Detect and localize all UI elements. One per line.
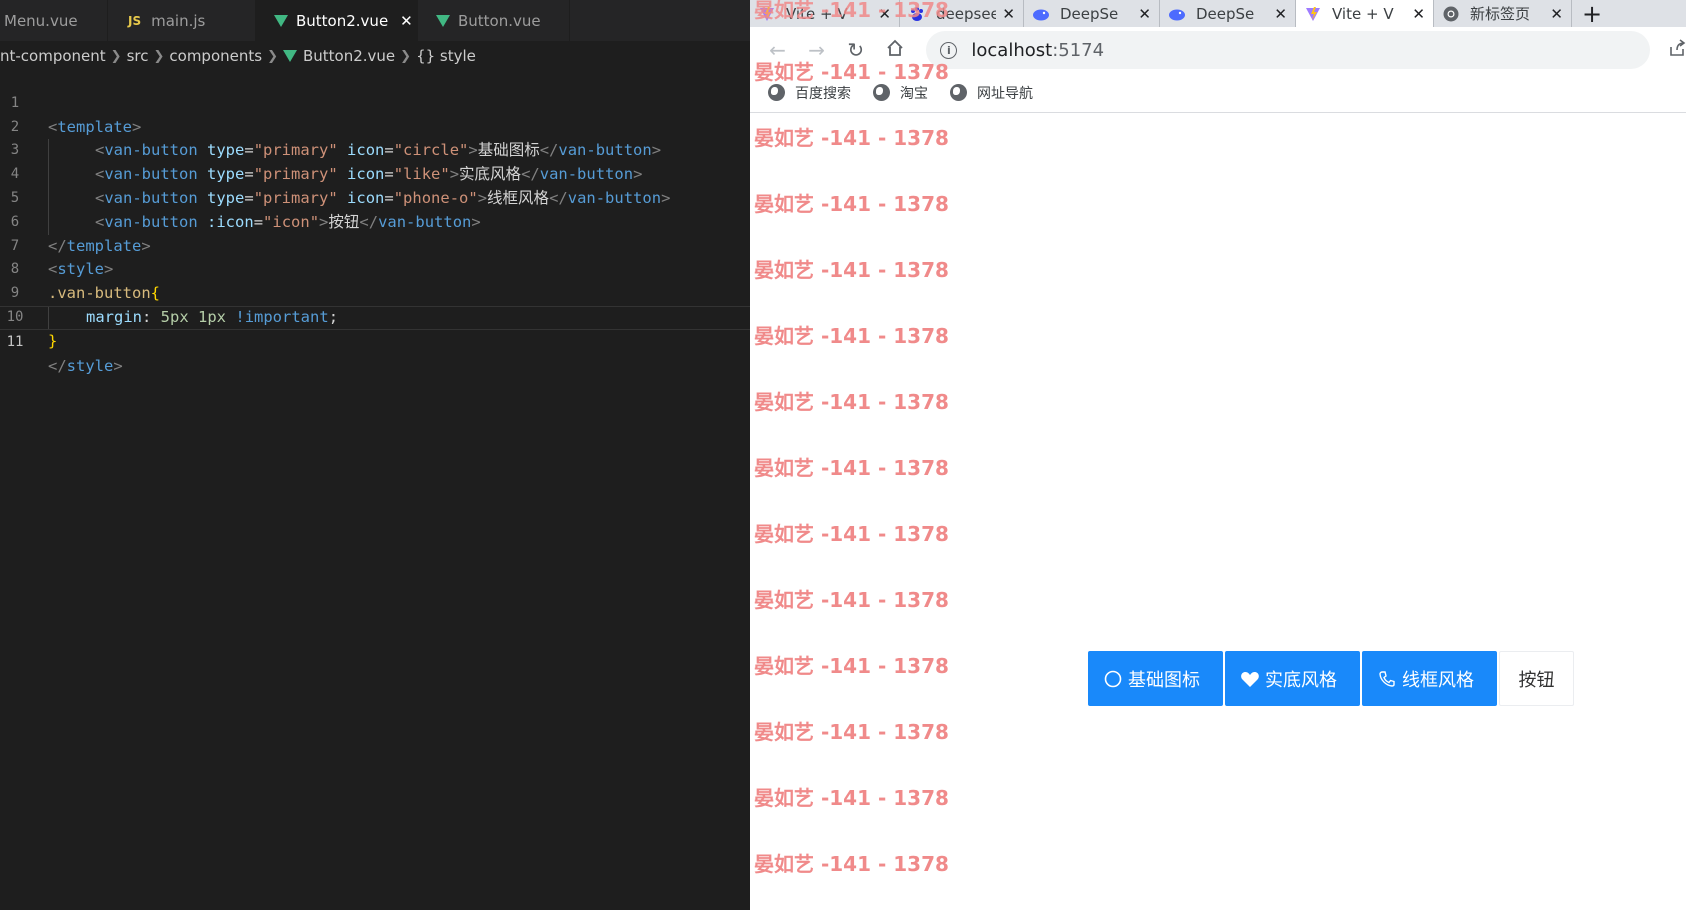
bookmark-label: 百度搜索 [795,85,851,102]
code-line[interactable]: 10 } [0,282,750,350]
watermark-text: 晏如艺 -141 - 1378 [754,258,949,282]
globe-icon [768,84,785,101]
browser-tab-label: DeepSe [1060,4,1119,23]
editor-tab-label: main.js [151,11,206,30]
browser-window: Vite + V ✕ deepsee ✕ DeepSe ✕ DeepSe ✕ V… [750,0,1686,910]
close-icon[interactable]: ✕ [400,12,413,30]
code-line[interactable]: 4 <van-button type="primary" icon="phone… [0,139,750,211]
chevron-right-icon: ❯ [110,48,122,64]
close-icon[interactable]: ✕ [1550,5,1563,23]
watermark-text: 晏如艺 -141 - 1378 [754,588,949,612]
watermark-text: 晏如艺 -141 - 1378 [754,192,949,216]
address-host: localhost [971,39,1053,61]
code-line[interactable]: 8 .van-button{ [0,235,750,302]
watermark-text: 晏如艺 -141 - 1378 [754,126,949,150]
close-icon[interactable]: ✕ [1138,5,1151,23]
deepseek-icon [1168,5,1186,23]
editor-tab-button-vue[interactable]: Button.vue [418,0,570,41]
basic-icon-button[interactable]: 基础图标 [1088,651,1223,706]
watermark-text: 晏如艺 -141 - 1378 [754,60,949,84]
breadcrumb-item[interactable]: components [169,47,262,65]
vite-icon [1304,5,1322,23]
new-tab-button[interactable]: + [1572,0,1612,28]
button-label: 基础图标 [1128,669,1200,691]
breadcrumb-item[interactable]: src [127,47,149,65]
chrome-icon [1442,5,1460,23]
globe-icon [873,84,890,101]
solid-style-button[interactable]: 实底风格 [1225,651,1360,706]
close-icon[interactable]: ✕ [1274,5,1287,23]
chevron-right-icon: ❯ [153,48,165,64]
button-label: 线框风格 [1402,669,1474,691]
browser-tab-label: Vite + V [1332,4,1394,23]
code-line[interactable]: 7 <style> [0,211,750,279]
editor-tab-main-js[interactable]: JS main.js [108,0,256,41]
outline-style-button[interactable]: 线框风格 [1362,651,1497,706]
watermark-text: 晏如艺 -141 - 1378 [754,852,949,876]
bookmark-item[interactable]: 淘宝 [873,83,928,103]
share-icon[interactable] [1668,38,1686,62]
phone-icon [1377,669,1397,689]
code-line-current[interactable]: 11 </style> [0,305,750,375]
js-icon: JS [128,13,142,28]
code-line[interactable]: 9 margin: 5px 1px !important; [0,258,750,330]
vue-icon [274,14,288,27]
circle-icon [1103,669,1123,689]
watermark-text: 晏如艺 -141 - 1378 [754,720,949,744]
address-port: :5174 [1052,39,1105,61]
watermark-text: 晏如艺 -141 - 1378 [754,324,949,348]
browser-tab[interactable]: DeepSe ✕ [1160,0,1296,27]
bookmark-item[interactable]: 网址导航 [950,83,1033,103]
deepseek-icon [1032,5,1050,23]
bookmark-item[interactable]: 百度搜索 [768,83,851,103]
code-editor: Menu.vue JS main.js Button2.vue ✕ Button… [0,0,750,910]
breadcrumb: nt-component ❯ src ❯ components ❯ Button… [0,41,750,71]
browser-tab-label: DeepSe [1196,4,1255,23]
editor-tab-label: Button2.vue [296,11,389,30]
button-row: 基础图标 实底风格 线框风格 按钮 [1088,651,1576,706]
editor-tab-label: Menu.vue [4,11,78,30]
close-icon[interactable]: ✕ [1002,5,1015,23]
watermark-text: 晏如艺 -141 - 1378 [754,0,949,22]
close-icon[interactable]: ✕ [1412,5,1425,23]
bookmark-label: 淘宝 [900,85,928,102]
editor-tab-button2-vue[interactable]: Button2.vue ✕ [256,0,418,41]
browser-tab[interactable]: 新标签页 ✕ [1434,0,1572,27]
watermark-text: 晏如艺 -141 - 1378 [754,786,949,810]
line-number: 11 [6,333,24,350]
editor-tab-menu-vue[interactable]: Menu.vue [0,0,108,41]
code-line[interactable]: 6 </template> [0,187,750,255]
breadcrumb-item[interactable]: {} style [416,47,476,65]
browser-tab[interactable]: DeepSe ✕ [1024,0,1160,27]
watermark-text: 晏如艺 -141 - 1378 [754,654,949,678]
chevron-right-icon: ❯ [267,48,278,64]
editor-tab-bar: Menu.vue JS main.js Button2.vue ✕ Button… [0,0,750,41]
globe-icon [950,84,967,101]
breadcrumb-item[interactable]: Button2.vue [303,47,395,65]
code-line[interactable]: 5 <van-button :icon="icon">按钮</van-butto… [0,163,750,235]
watermark-text: 晏如艺 -141 - 1378 [754,522,949,546]
code-line[interactable]: 3 <van-button type="primary" icon="like"… [0,116,750,187]
watermark-text: 晏如艺 -141 - 1378 [754,390,949,414]
code-token: style [66,356,114,375]
address-bar[interactable]: i localhost:5174 [926,31,1650,69]
heart-icon [1240,669,1260,689]
plain-button[interactable]: 按钮 [1499,651,1574,706]
watermark-text: 晏如艺 -141 - 1378 [754,456,949,480]
breadcrumb-item[interactable]: nt-component [0,47,106,65]
code-line[interactable]: 2 <van-button type="primary" icon="circl… [0,92,750,164]
vue-icon [282,50,297,62]
code-line[interactable]: 1 <template> [0,68,750,136]
browser-tab-label: 新标签页 [1470,5,1531,23]
vue-icon [436,14,450,27]
editor-tab-label: Button.vue [458,11,541,30]
chevron-right-icon: ❯ [400,48,412,64]
browser-tab-active[interactable]: Vite + V ✕ [1296,0,1434,27]
button-label: 实底风格 [1265,669,1337,691]
button-label: 按钮 [1518,669,1555,691]
code-area[interactable]: 1 <template> 2 <van-button type="primary… [0,68,750,375]
bookmark-label: 网址导航 [977,85,1033,102]
